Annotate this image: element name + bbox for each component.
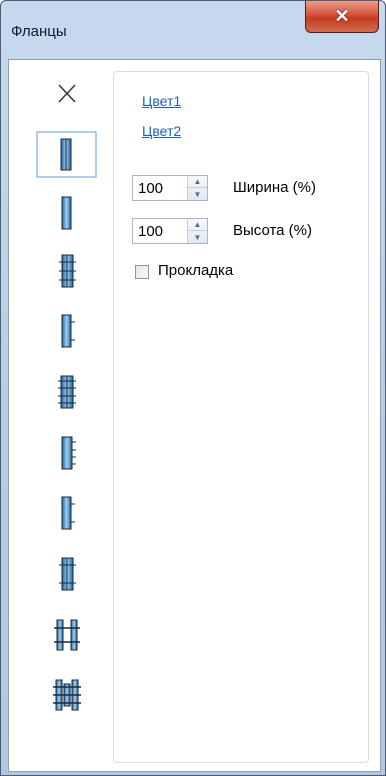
flange-narrow-bolted-icon[interactable] bbox=[59, 557, 76, 591]
height-down-icon[interactable]: ▼ bbox=[188, 231, 207, 243]
width-spin-buttons[interactable]: ▲ ▼ bbox=[187, 176, 207, 200]
width-up-icon[interactable]: ▲ bbox=[188, 176, 207, 188]
flanges-window: Фланцы ✕ Цвет1 Цвет2 100 ▲ ▼ Ширина (%) … bbox=[0, 0, 386, 776]
height-label: Высота (%) bbox=[233, 222, 313, 239]
color2-link[interactable]: Цвет2 bbox=[142, 123, 181, 139]
height-up-icon[interactable]: ▲ bbox=[188, 219, 207, 231]
flange-bolted-icon[interactable] bbox=[59, 254, 76, 288]
flange-half-plain-icon[interactable] bbox=[61, 496, 75, 530]
flange-pair-gasket-icon[interactable] bbox=[53, 679, 81, 711]
height-stepper[interactable]: 100 ▲ ▼ bbox=[132, 218, 208, 244]
close-button[interactable]: ✕ bbox=[305, 1, 379, 33]
height-spin-buttons[interactable]: ▲ ▼ bbox=[187, 219, 207, 243]
flange-pair-icon[interactable] bbox=[54, 619, 80, 651]
gasket-checkbox[interactable] bbox=[135, 265, 149, 279]
color1-link[interactable]: Цвет1 bbox=[142, 93, 181, 109]
height-value[interactable]: 100 bbox=[138, 223, 163, 240]
width-label: Ширина (%) bbox=[233, 179, 316, 196]
flange-bolted-double-icon[interactable] bbox=[58, 375, 76, 409]
width-value[interactable]: 100 bbox=[138, 180, 163, 197]
settings-panel: Цвет1 Цвет2 100 ▲ ▼ Ширина (%) 100 ▲ ▼ В… bbox=[113, 71, 369, 763]
flange-icons-svg bbox=[36, 84, 97, 711]
flange-type-list bbox=[9, 60, 109, 771]
close-icon: ✕ bbox=[334, 6, 350, 26]
flange-single-icon[interactable] bbox=[61, 196, 72, 230]
flange-half-bolted-icon[interactable] bbox=[61, 436, 76, 470]
width-down-icon[interactable]: ▼ bbox=[188, 188, 207, 200]
none-icon[interactable] bbox=[58, 84, 76, 103]
window-title: Фланцы bbox=[11, 23, 67, 40]
width-stepper[interactable]: 100 ▲ ▼ bbox=[132, 175, 208, 201]
flange-half-icon[interactable] bbox=[61, 314, 75, 348]
flange-double-icon[interactable] bbox=[36, 131, 97, 178]
gasket-label[interactable]: Прокладка bbox=[158, 262, 233, 279]
client-area: Цвет1 Цвет2 100 ▲ ▼ Ширина (%) 100 ▲ ▼ В… bbox=[8, 59, 381, 772]
